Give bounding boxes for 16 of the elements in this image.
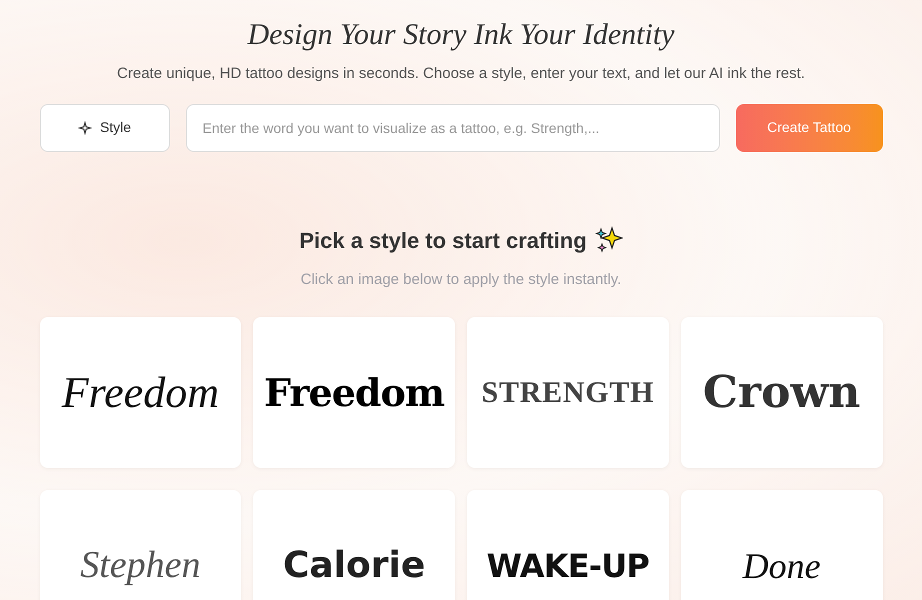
- style-card[interactable]: Freedom: [253, 317, 455, 468]
- gallery-hint: Click an image below to apply the style instantly.: [300, 270, 622, 290]
- gallery-heading: Pick a style to start crafting: [299, 226, 587, 255]
- sparkles-icon: [594, 226, 623, 254]
- style-card[interactable]: Calorie: [253, 490, 455, 600]
- style-card[interactable]: Stephen: [40, 490, 242, 600]
- style-card[interactable]: WAKE-UP: [467, 490, 669, 600]
- hero-subtitle: Create unique, HD tattoo designs in seconds. Choose a style, enter your text, and let our AI ink the rest.: [117, 64, 805, 84]
- sparkle-icon: [78, 120, 92, 134]
- style-card[interactable]: Done: [680, 490, 882, 600]
- style-card[interactable]: Freedom: [40, 317, 242, 468]
- hero-title: Design Your Story Ink Your Identity: [248, 17, 674, 53]
- style-card[interactable]: STRENGTH: [467, 317, 669, 468]
- word-input-field[interactable]: Enter the word you want to visualize as a tattoo, e.g. Strength,...: [186, 104, 720, 152]
- style-button[interactable]: Style: [40, 104, 170, 152]
- style-card[interactable]: Crown: [680, 317, 882, 468]
